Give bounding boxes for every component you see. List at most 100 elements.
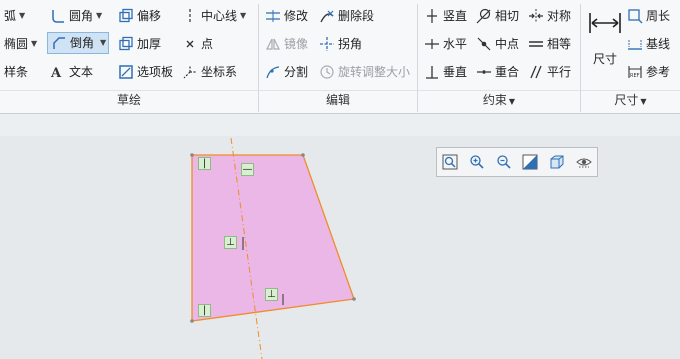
vertex-point[interactable] (190, 153, 194, 157)
fillet-button[interactable]: 圆角 ▼ (50, 5, 102, 27)
vertical-constraint-icon (427, 9, 437, 23)
zoom-out-button[interactable] (495, 153, 513, 171)
dimension-group-label[interactable]: 尺寸 ▼ (581, 90, 680, 109)
zoom-in-button[interactable] (468, 153, 486, 171)
chevron-down-icon[interactable]: ▼ (240, 5, 246, 27)
chevron-down-icon[interactable]: ▼ (96, 5, 102, 27)
fillet-label: 圆角 (69, 9, 94, 23)
coord-sys-button[interactable]: 坐标系 (182, 61, 237, 83)
symmetric-icon (529, 9, 543, 23)
delete-segment-label: 删除段 (338, 9, 375, 23)
vertical-constraint-marker[interactable]: | (198, 157, 211, 170)
baseline-icon (628, 40, 642, 50)
spline-button[interactable]: 样条 (4, 61, 28, 83)
parallel-icon (530, 65, 542, 79)
display-style-button[interactable] (548, 153, 566, 171)
chevron-down-icon[interactable]: ▼ (31, 33, 37, 55)
midpoint-button[interactable]: 中点 (476, 33, 519, 55)
delete-segment-icon (320, 10, 334, 23)
chevron-down-icon[interactable]: ▼ (19, 5, 25, 27)
dimension-icon (589, 13, 621, 33)
midpoint-icon (477, 37, 491, 51)
sketcher-display-button[interactable] (575, 153, 593, 171)
offset-button[interactable]: 偏移 (118, 5, 161, 27)
refit-button[interactable] (441, 153, 459, 171)
mirror-icon (266, 38, 280, 50)
ellipse-button[interactable]: 椭圆 ▼ (4, 33, 37, 55)
rotate-resize-icon (320, 65, 334, 79)
constrain-group-label[interactable]: 约束 ▼ (418, 90, 580, 109)
perpendicular-constraint-marker[interactable]: ⊥ (224, 236, 237, 249)
text-label: 文本 (69, 65, 94, 79)
chamfer-button[interactable]: 倒角 ▼ (47, 32, 110, 54)
arc-button[interactable]: 弧 ▼ (4, 5, 25, 27)
fillet-icon (52, 10, 64, 23)
perpendicular-label: 垂直 (443, 65, 468, 79)
coincident-button[interactable]: 重合 (476, 61, 519, 83)
sketcher-display-icon (575, 158, 592, 168)
spline-label: 样条 (4, 65, 29, 79)
point-icon (186, 40, 194, 48)
rotate-resize-button[interactable]: 旋转调整大小 (319, 61, 410, 83)
palette-label: 选项板 (137, 65, 174, 79)
display-style-icon (550, 155, 564, 169)
vertex-point[interactable] (352, 297, 356, 301)
perimeter-label: 周长 (646, 9, 671, 23)
vertex-point[interactable] (301, 153, 305, 157)
palette-button[interactable]: 选项板 (118, 61, 173, 83)
chevron-down-icon[interactable]: ▼ (100, 32, 106, 54)
horizontal-button[interactable]: 水平 (424, 33, 467, 55)
parallel-button[interactable]: 平行 (528, 61, 571, 83)
repaint-icon (522, 154, 538, 170)
dimension-group: 尺寸 周长 基线 REF 参考 尺寸 ▼ (581, 0, 680, 113)
equal-button[interactable]: 相等 (528, 33, 571, 55)
delete-segment-button[interactable]: 删除段 (319, 5, 374, 27)
perpendicular-constraint-marker[interactable]: ⊥ (265, 288, 278, 301)
offset-icon (119, 8, 133, 23)
ellipse-label: 椭圆 (4, 37, 29, 51)
centerline-button[interactable]: 中心线 ▼ (182, 5, 246, 27)
dimension-label: 尺寸 (592, 52, 617, 66)
dimension-label-text: 尺寸 (614, 93, 639, 107)
vertical-constraint-marker[interactable]: | (198, 304, 211, 317)
modify-button[interactable]: 修改 (265, 5, 308, 27)
coincident-label: 重合 (495, 65, 520, 79)
corner-button[interactable]: 拐角 (319, 33, 362, 55)
parallel-label: 平行 (547, 65, 572, 79)
dimension-large-button[interactable]: 尺寸 (585, 8, 625, 68)
corner-label: 拐角 (338, 37, 363, 51)
constrain-group: 竖直 相切 对称 水平 中点 相等 垂直 重合 平行 约束 ▼ (418, 0, 580, 113)
vertex-point[interactable] (190, 319, 194, 323)
tangent-icon (476, 8, 491, 24)
divide-button[interactable]: 分割 (265, 61, 308, 83)
midpoint-label: 中点 (495, 37, 520, 51)
equal-icon (529, 41, 543, 47)
baseline-label: 基线 (646, 37, 671, 51)
horizontal-constraint-icon (425, 39, 439, 49)
symmetric-button[interactable]: 对称 (528, 5, 571, 27)
mirror-button[interactable]: 镜像 (265, 33, 308, 55)
text-button[interactable]: A 文本 (50, 61, 93, 83)
horizontal-constraint-marker[interactable]: — (241, 163, 254, 176)
reference-button[interactable]: REF 参考 (627, 61, 670, 83)
svg-text:REF: REF (630, 73, 640, 79)
perpendicular-button[interactable]: 垂直 (424, 61, 467, 83)
tangent-button[interactable]: 相切 (476, 5, 519, 27)
ribbon: 弧 ▼ 椭圆 ▼ 样条 圆角 ▼ 倒角 ▼ A 文本 偏移 加厚 选项板 中心线… (0, 0, 680, 114)
baseline-button[interactable]: 基线 (627, 33, 670, 55)
point-button[interactable]: 点 (182, 33, 213, 55)
chevron-down-icon: ▼ (508, 97, 516, 106)
vertical-button[interactable]: 竖直 (424, 5, 467, 27)
coordinate-system-icon (183, 65, 197, 79)
refit-icon (442, 154, 458, 170)
repaint-button[interactable] (521, 153, 539, 171)
thicken-button[interactable]: 加厚 (118, 33, 161, 55)
equal-label: 相等 (547, 37, 572, 51)
mirror-label: 镜像 (284, 37, 309, 51)
perimeter-button[interactable]: 周长 (627, 5, 670, 27)
thicken-label: 加厚 (137, 37, 162, 51)
tangent-label: 相切 (495, 9, 520, 23)
divide-icon (266, 66, 280, 79)
modify-icon (266, 10, 280, 22)
view-toolbar (436, 147, 598, 177)
